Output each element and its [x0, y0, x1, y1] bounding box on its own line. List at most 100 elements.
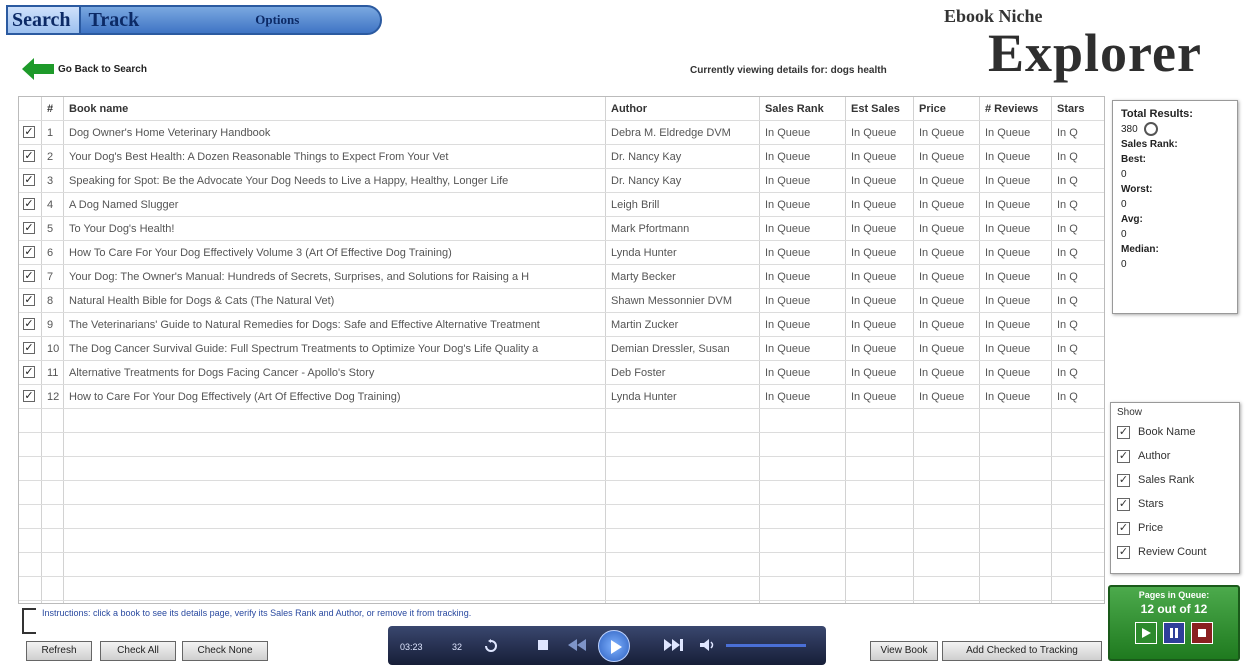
- cell-sales: In Queue: [851, 151, 897, 163]
- table-row[interactable]: ✓ 5 To Your Dog's Health! Mark Pfortmann In …: [19, 217, 1104, 241]
- worst-label: Worst:: [1121, 184, 1153, 195]
- stop-icon[interactable]: [538, 640, 548, 650]
- worst-value: 0: [1121, 199, 1127, 210]
- go-back-link[interactable]: Go Back to Search: [22, 58, 147, 80]
- show-option-checkbox[interactable]: ✓: [1117, 473, 1130, 487]
- cell-stars: In Q: [1057, 319, 1078, 331]
- empty-row: [19, 505, 1104, 529]
- table-row[interactable]: ✓ 7 Your Dog: The Owner's Manual: Hundreds…: [19, 265, 1104, 289]
- cell-name: How to Care For Your Dog Effectively (Ar…: [69, 391, 401, 403]
- column-header[interactable]: #: [47, 97, 61, 121]
- show-option[interactable]: ✓ Review Count: [1117, 540, 1233, 564]
- stop-icon: [1198, 629, 1206, 637]
- cell-reviews: In Queue: [985, 247, 1031, 259]
- row-checkbox[interactable]: ✓: [23, 222, 35, 234]
- column-header[interactable]: Sales Rank: [765, 97, 843, 121]
- table-row[interactable]: ✓ 12 How to Care For Your Dog Effectively …: [19, 385, 1104, 409]
- tab-track[interactable]: Track: [81, 9, 148, 32]
- table-row[interactable]: ✓ 9 The Veterinarians' Guide to Natural Re…: [19, 313, 1104, 337]
- row-checkbox[interactable]: ✓: [23, 174, 35, 186]
- sales-rank-label: Sales Rank:: [1121, 139, 1178, 150]
- cell-name: Your Dog's Best Health: A Dozen Reasonab…: [69, 151, 449, 163]
- tab-options[interactable]: Options: [255, 12, 299, 28]
- check-none-button[interactable]: Check None: [182, 641, 268, 661]
- empty-row: [19, 481, 1104, 505]
- tab-search[interactable]: Search: [8, 7, 81, 33]
- show-option-checkbox[interactable]: ✓: [1117, 497, 1130, 511]
- table-row[interactable]: ✓ 3 Speaking for Spot: Be the Advocate You…: [19, 169, 1104, 193]
- show-option[interactable]: ✓ Sales Rank: [1117, 468, 1233, 492]
- replay-icon[interactable]: [484, 639, 498, 656]
- cell-reviews: In Queue: [985, 319, 1031, 331]
- best-value: 0: [1121, 169, 1127, 180]
- column-header[interactable]: Price: [919, 97, 977, 121]
- total-results-count: 380: [1121, 124, 1138, 135]
- show-option-checkbox[interactable]: ✓: [1117, 521, 1130, 535]
- avg-value: 0: [1121, 229, 1127, 240]
- cell-sales: In Queue: [851, 271, 897, 283]
- show-option-checkbox[interactable]: ✓: [1117, 449, 1130, 463]
- empty-row: [19, 457, 1104, 481]
- empty-row: [19, 577, 1104, 601]
- row-checkbox[interactable]: ✓: [23, 318, 35, 330]
- add-to-tracking-button[interactable]: Add Checked to Tracking: [942, 641, 1102, 661]
- show-option[interactable]: ✓ Book Name: [1117, 420, 1233, 444]
- row-checkbox[interactable]: ✓: [23, 246, 35, 258]
- column-header[interactable]: Stars: [1057, 97, 1104, 121]
- row-checkbox[interactable]: ✓: [23, 390, 35, 402]
- cell-reviews: In Queue: [985, 343, 1031, 355]
- results-table: # Book name Author Sales Rank Est Sales Price…: [18, 96, 1105, 604]
- check-all-button[interactable]: Check All: [100, 641, 176, 661]
- show-option-checkbox[interactable]: ✓: [1117, 425, 1130, 439]
- cell-price: In Queue: [919, 247, 965, 259]
- table-row[interactable]: ✓ 2 Your Dog's Best Health: A Dozen Reason…: [19, 145, 1104, 169]
- show-option-label: Sales Rank: [1138, 474, 1195, 486]
- cell-num: 6: [47, 247, 54, 259]
- cell-sales: In Queue: [851, 295, 897, 307]
- row-checkbox[interactable]: ✓: [23, 198, 35, 210]
- row-checkbox[interactable]: ✓: [23, 366, 35, 378]
- cell-rank: In Queue: [765, 223, 811, 235]
- rewind-icon[interactable]: [568, 639, 586, 654]
- table-row[interactable]: ✓ 6 How To Care For Your Dog Effectively V…: [19, 241, 1104, 265]
- column-header[interactable]: Author: [611, 97, 757, 121]
- show-option[interactable]: ✓ Price: [1117, 516, 1233, 540]
- row-checkbox[interactable]: ✓: [23, 150, 35, 162]
- cell-num: 1: [47, 127, 54, 139]
- cell-author: Demian Dressler, Susan: [611, 343, 730, 355]
- cell-reviews: In Queue: [985, 127, 1031, 139]
- row-checkbox[interactable]: ✓: [23, 294, 35, 306]
- cell-reviews: In Queue: [985, 199, 1031, 211]
- volume-icon[interactable]: [700, 639, 716, 654]
- row-checkbox[interactable]: ✓: [23, 270, 35, 282]
- row-checkbox[interactable]: ✓: [23, 126, 35, 138]
- cell-reviews: In Queue: [985, 367, 1031, 379]
- show-option-checkbox[interactable]: ✓: [1117, 545, 1130, 559]
- refresh-button[interactable]: Refresh: [26, 641, 92, 661]
- play-icon[interactable]: [598, 630, 630, 662]
- table-row[interactable]: ✓ 8 Natural Health Bible for Dogs & Cats (…: [19, 289, 1104, 313]
- cell-price: In Queue: [919, 151, 965, 163]
- table-row[interactable]: ✓ 1 Dog Owner's Home Veterinary Handbook De…: [19, 121, 1104, 145]
- row-checkbox[interactable]: ✓: [23, 342, 35, 354]
- table-row[interactable]: ✓ 11 Alternative Treatments for Dogs Facin…: [19, 361, 1104, 385]
- cell-author: Lynda Hunter: [611, 391, 677, 403]
- cell-name: Dog Owner's Home Veterinary Handbook: [69, 127, 271, 139]
- column-header[interactable]: Book name: [69, 97, 603, 121]
- cell-reviews: In Queue: [985, 271, 1031, 283]
- median-label: Median:: [1121, 244, 1159, 255]
- cell-num: 5: [47, 223, 54, 235]
- show-option[interactable]: ✓ Stars: [1117, 492, 1233, 516]
- view-book-button[interactable]: View Book: [870, 641, 938, 661]
- cell-rank: In Queue: [765, 391, 811, 403]
- volume-slider[interactable]: [726, 644, 806, 647]
- table-row[interactable]: ✓ 4 A Dog Named Slugger Leigh Brill In Queue…: [19, 193, 1104, 217]
- best-label: Best:: [1121, 154, 1147, 165]
- show-option[interactable]: ✓ Author: [1117, 444, 1233, 468]
- fast-forward-icon[interactable]: [664, 639, 684, 654]
- column-header[interactable]: Est Sales: [851, 97, 911, 121]
- column-header[interactable]: # Reviews: [985, 97, 1049, 121]
- cell-stars: In Q: [1057, 295, 1078, 307]
- cell-price: In Queue: [919, 319, 965, 331]
- table-row[interactable]: ✓ 10 The Dog Cancer Survival Guide: Full S…: [19, 337, 1104, 361]
